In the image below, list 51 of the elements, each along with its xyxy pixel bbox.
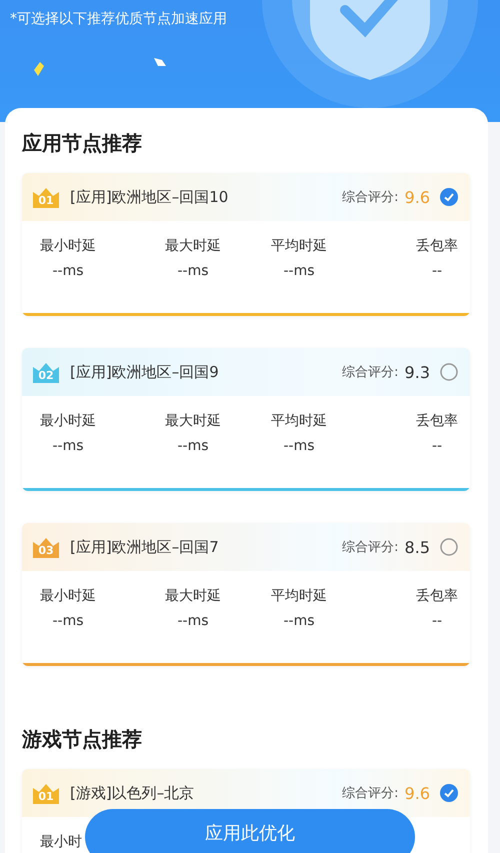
metric-value: --	[432, 438, 442, 454]
metric-label: 最小时延	[40, 587, 96, 605]
metric-label: 最大时延	[165, 237, 221, 255]
node-card[interactable]: 01 [应用]欧洲地区–回国10 综合评分: 9.6 最小时延 --ms 最大时延 --ms 平均时延 --ms 丢包率 --	[22, 173, 470, 316]
node-card[interactable]: 03 [应用]欧洲地区–回国7 综合评分: 8.5 最小时延 --ms 最大时延 --ms 平均时延 --ms 丢包率 --	[22, 523, 470, 666]
metric-value: --ms	[177, 438, 209, 454]
metric-value: --	[432, 263, 442, 279]
metric-value: --ms	[177, 613, 209, 629]
metric-label: 丢包率	[416, 412, 458, 430]
score-label: 综合评分:	[342, 189, 399, 206]
node-name: [应用]欧洲地区–回国7	[70, 538, 220, 556]
metric-label: 最大时延	[165, 412, 221, 430]
metric-label: 最大时延	[165, 587, 221, 605]
metric-value: --	[432, 613, 442, 629]
metric-value: --ms	[283, 613, 315, 629]
node-card[interactable]: 02 [应用]欧洲地区–回国9 综合评分: 9.3 最小时延 --ms 最大时延 --ms 平均时延 --ms 丢包率 --	[22, 348, 470, 491]
score-value: 9.3	[404, 362, 430, 382]
node-name: [应用]欧洲地区–回国9	[70, 362, 220, 382]
radio-icon[interactable]	[440, 538, 458, 556]
node-name: [游戏]以色列–北京	[70, 784, 196, 802]
metric-value: --ms	[177, 263, 209, 279]
node-name: [应用]欧洲地区–回国10	[70, 188, 230, 206]
rank-badge: 03	[32, 536, 60, 558]
score-value: 9.6	[404, 784, 430, 802]
metric-label: 最小时延	[40, 237, 96, 255]
section-title: 游戏节点推荐	[22, 726, 142, 753]
metric-value: --ms	[283, 263, 315, 279]
selected-check-icon[interactable]	[440, 784, 458, 802]
selected-check-icon[interactable]	[440, 188, 458, 206]
metric-value: --ms	[52, 613, 84, 629]
metric-label: 最小时	[40, 833, 82, 851]
score-label: 综合评分:	[342, 785, 399, 802]
score-value: 9.6	[404, 188, 430, 206]
rank-badge: 01	[32, 186, 60, 208]
metric-label: 平均时延	[271, 587, 327, 605]
metric-value: --ms	[283, 438, 315, 454]
metric-label: 平均时延	[271, 237, 327, 255]
score-value: 8.5	[404, 538, 430, 556]
metric-label: 平均时延	[271, 412, 327, 430]
section-title: 应用节点推荐	[22, 130, 142, 157]
rank-badge: 02	[32, 361, 60, 383]
metric-value: --ms	[52, 263, 84, 279]
metric-label: 丢包率	[416, 237, 458, 255]
hint-text: *可选择以下推荐优质节点加速应用	[10, 10, 227, 28]
metric-label: 最小时延	[40, 412, 96, 430]
metric-label: 丢包率	[416, 587, 458, 605]
score-label: 综合评分:	[342, 539, 399, 556]
radio-icon[interactable]	[440, 363, 458, 381]
score-label: 综合评分:	[342, 364, 399, 381]
rank-badge: 01	[32, 782, 60, 804]
metric-value: --ms	[52, 438, 84, 454]
